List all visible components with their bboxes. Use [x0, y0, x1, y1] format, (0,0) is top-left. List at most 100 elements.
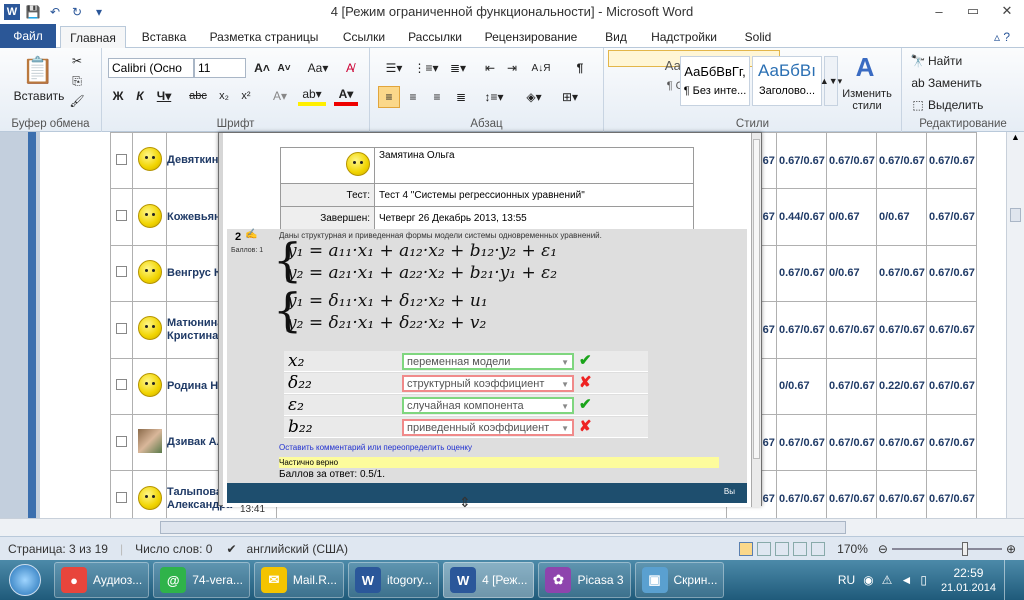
line-spacing-icon[interactable]: ↕≡▾ [480, 86, 508, 108]
bold-icon[interactable]: Ж [108, 86, 128, 106]
find-button[interactable]: Найти [928, 52, 998, 70]
cut-icon[interactable]: ✂ [68, 52, 86, 70]
grade-cell[interactable]: 0.67/0.67 [777, 267, 825, 279]
styles-scroll[interactable]: ▲▼▾ [820, 56, 842, 106]
draft-icon[interactable] [811, 541, 826, 556]
tray-app-icon[interactable]: ⚠ [882, 573, 893, 587]
show-marks-icon[interactable]: ¶ [570, 58, 590, 78]
grade-cell[interactable]: 0.67/0.67 [777, 324, 825, 336]
grade-cell[interactable]: 0/0.67 [777, 380, 810, 392]
grade-cell[interactable]: 0.67/0.67 [777, 155, 825, 167]
tab-view[interactable]: Вид [596, 26, 636, 48]
page-count[interactable]: Страница: 3 из 19 [8, 542, 108, 556]
grade-cell[interactable]: 0.67/0.67 [827, 437, 875, 449]
save-icon[interactable]: 💾 [24, 3, 42, 21]
word-count[interactable]: Число слов: 0 [135, 542, 212, 556]
print-layout-icon[interactable] [739, 541, 754, 556]
subscript-icon[interactable]: x₂ [214, 86, 234, 106]
vertical-scrollbar[interactable]: ▲ [1006, 132, 1024, 520]
grade-cell[interactable]: 0.67/0.67 [877, 493, 925, 505]
grade-cell[interactable]: 0.67/0.67 [927, 324, 975, 336]
align-right-icon[interactable]: ≡ [426, 86, 448, 108]
row-checkbox[interactable] [116, 266, 127, 278]
grade-cell[interactable]: 0/0.67 [827, 211, 860, 223]
row-checkbox[interactable] [116, 492, 127, 504]
zoom-slider[interactable] [891, 541, 1002, 556]
grow-font-icon[interactable]: A˄ [252, 58, 272, 78]
outline-icon[interactable] [793, 541, 808, 556]
grade-cell[interactable]: 0.67/0.67 [827, 324, 875, 336]
zoom-level[interactable]: 170% [837, 542, 868, 556]
select-button[interactable]: Выделить [928, 96, 998, 114]
row-checkbox[interactable] [116, 153, 127, 165]
customize-qat-icon[interactable]: ▾ [90, 3, 108, 21]
taskbar-item[interactable]: Witogory... [347, 562, 440, 598]
increase-indent-icon[interactable]: ⇥ [502, 58, 522, 78]
start-button[interactable] [0, 560, 50, 600]
grade-cell[interactable]: 0.67/0.67 [877, 155, 925, 167]
numbering-icon[interactable]: ⋮≡▾ [412, 58, 440, 78]
paste-button[interactable]: Вставить [6, 88, 72, 104]
grade-cell[interactable]: 0.67/0.67 [927, 493, 975, 505]
hscroll-thumb[interactable] [160, 521, 846, 534]
select-icon[interactable]: ⬚ [910, 96, 926, 114]
tab-review[interactable]: Рецензирование [476, 26, 586, 48]
strikethrough-icon[interactable]: abc [184, 86, 212, 106]
edit-question-icon[interactable]: ✍ [245, 229, 257, 240]
clear-format-icon[interactable]: A̸ [340, 58, 360, 78]
grade-cell[interactable]: 0.67/0.67 [877, 324, 925, 336]
grade-cell[interactable]: 0.67/0.67 [827, 155, 875, 167]
full-reading-icon[interactable] [757, 541, 772, 556]
format-painter-icon[interactable]: 🖌 [68, 92, 86, 110]
borders-icon[interactable]: ⊞▾ [556, 86, 584, 108]
grade-cell[interactable]: 0.22/0.67 [877, 380, 925, 392]
tab-file[interactable]: Файл [0, 24, 56, 48]
font-size-combo[interactable]: 11 [194, 58, 246, 78]
text-effects-icon[interactable]: A▾ [268, 86, 292, 106]
change-case-icon[interactable]: Aa▾ [304, 58, 332, 78]
shrink-font-icon[interactable]: A˅ [274, 58, 294, 78]
network-icon[interactable]: ◉ [863, 573, 873, 587]
grade-cell[interactable]: 0.67/0.67 [877, 267, 925, 279]
grade-cell[interactable]: 0.67/0.67 [777, 437, 825, 449]
find-icon[interactable]: 🔭 [910, 52, 926, 70]
change-styles-button[interactable]: Изменить стили [840, 86, 894, 114]
grade-cell[interactable]: 0.67/0.67 [827, 380, 875, 392]
grade-cell[interactable]: 0.67/0.67 [927, 437, 975, 449]
font-color-icon[interactable]: A▾ [334, 86, 358, 106]
row-checkbox[interactable] [116, 379, 127, 391]
grade-cell[interactable]: 0.67/0.67 [927, 267, 975, 279]
justify-icon[interactable]: ≣ [450, 86, 472, 108]
taskbar-item[interactable]: ● Аудиоз... [54, 562, 150, 598]
replace-button[interactable]: Заменить [928, 74, 998, 92]
horizontal-scrollbar[interactable] [0, 518, 1024, 536]
style-heading[interactable]: АаБбВı Заголово... [752, 56, 822, 106]
tab-references[interactable]: Ссылки [334, 26, 394, 48]
word-logo-icon[interactable]: W [4, 4, 20, 20]
font-name-combo[interactable]: Calibri (Осно [108, 58, 194, 78]
grade-cell[interactable]: 0.67/0.67 [777, 493, 825, 505]
maximize-button[interactable]: ▭ [956, 0, 990, 22]
close-button[interactable]: ✕ [990, 0, 1024, 22]
popup-scrollbar[interactable] [751, 133, 761, 507]
underline-icon[interactable]: Ч▾ [152, 86, 176, 106]
paste-icon[interactable]: 📋 [18, 52, 58, 88]
grade-cell[interactable]: 0.67/0.67 [927, 211, 975, 223]
tab-insert[interactable]: Вставка [134, 26, 194, 48]
undo-icon[interactable]: ↶ [46, 3, 64, 21]
grade-cell[interactable]: 0/0.67 [827, 267, 860, 279]
sort-icon[interactable]: А↓Я [530, 58, 552, 78]
multilevel-list-icon[interactable]: ≣▾ [444, 58, 472, 78]
tab-layout[interactable]: Разметка страницы [200, 26, 328, 48]
replace-icon[interactable]: ab [910, 74, 926, 92]
style-no-spacing[interactable]: АаБбВвГг, ¶ Без инте... [680, 56, 750, 106]
answer-select[interactable]: структурный коэффициент ▼ [402, 375, 574, 392]
comment-link[interactable]: Оставить комментарий или переопределить … [279, 443, 472, 452]
grade-cell[interactable]: 0.67/0.67 [927, 155, 975, 167]
scroll-thumb[interactable] [1010, 208, 1021, 222]
show-desktop-button[interactable] [1004, 560, 1016, 600]
answer-select[interactable]: приведенный коэффициент ▼ [402, 419, 574, 436]
zoom-in-icon[interactable]: ⊕ [1006, 542, 1016, 556]
battery-icon[interactable]: ▯ [920, 573, 927, 587]
align-center-icon[interactable]: ≡ [402, 86, 424, 108]
